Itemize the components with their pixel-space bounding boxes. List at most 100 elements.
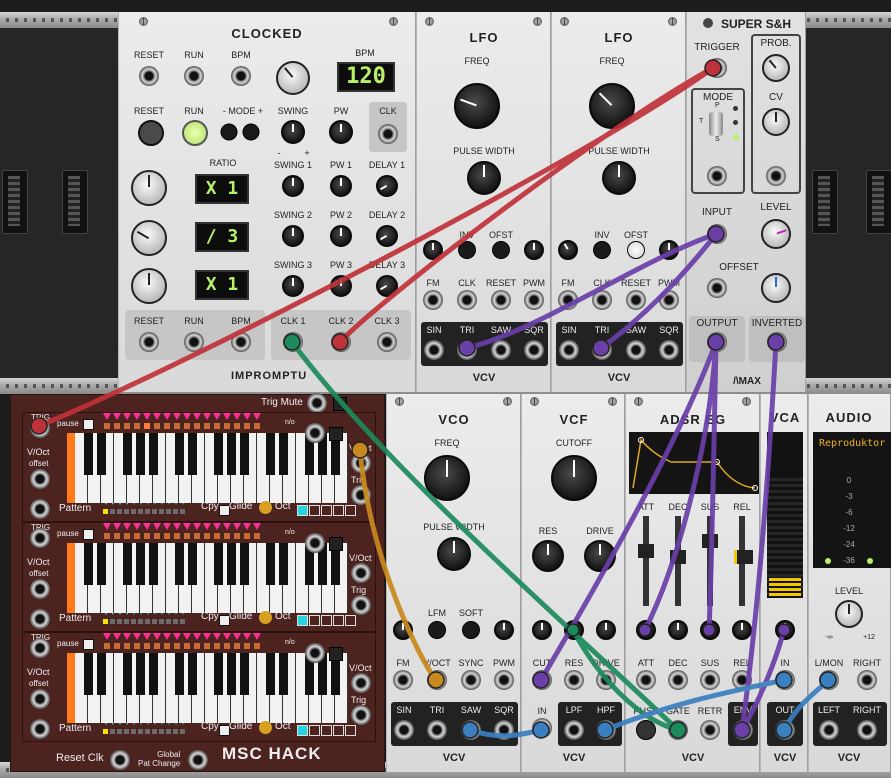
step-trigger-marker[interactable] <box>143 633 151 640</box>
vco-freq-knob[interactable] <box>424 455 470 501</box>
lfo1-saw-jack[interactable] <box>491 340 511 360</box>
octave-button[interactable] <box>309 725 320 736</box>
lfo2-fm-jack[interactable] <box>558 290 578 310</box>
lfo2-inv-button[interactable] <box>593 241 611 259</box>
mode-minus-button[interactable] <box>220 123 238 141</box>
glide-knob[interactable] <box>259 501 272 514</box>
step-trigger-marker[interactable] <box>213 633 221 640</box>
lfo1-fm-jack[interactable] <box>423 290 443 310</box>
pause-checkbox[interactable] <box>83 419 94 430</box>
reset-clk-jack[interactable] <box>110 750 130 770</box>
lfo1-reset-jack[interactable] <box>491 290 511 310</box>
nv-jack[interactable] <box>305 423 325 443</box>
black-key[interactable] <box>97 433 106 475</box>
global-pat-change-jack[interactable] <box>188 750 208 770</box>
black-key[interactable] <box>240 433 249 475</box>
clk3-output-jack[interactable] <box>377 332 397 352</box>
reset-in-jack[interactable] <box>139 332 159 352</box>
step-trigger-marker[interactable] <box>103 633 111 640</box>
black-key[interactable] <box>227 653 236 695</box>
black-key[interactable] <box>97 653 106 695</box>
step-trigger-marker[interactable] <box>193 633 201 640</box>
step-trigger-marker[interactable] <box>253 413 261 420</box>
vcf-in-jack[interactable] <box>532 718 552 738</box>
bpm-input-jack[interactable] <box>231 66 251 86</box>
vcf-drive-knob[interactable] <box>584 540 616 572</box>
black-key[interactable] <box>240 543 249 585</box>
step-trigger-marker[interactable] <box>223 413 231 420</box>
trig-mute-jack[interactable] <box>307 393 327 413</box>
step-trigger-marker[interactable] <box>103 413 111 420</box>
pw2-knob[interactable] <box>330 225 352 247</box>
step-trigger-marker[interactable] <box>213 523 221 530</box>
octave-button[interactable] <box>345 725 356 736</box>
lfo2-freq-knob[interactable] <box>589 83 635 129</box>
step-trigger-marker[interactable] <box>153 413 161 420</box>
octave-button[interactable] <box>345 615 356 626</box>
black-key[interactable] <box>188 653 197 695</box>
vca-slider-handle[interactable] <box>769 578 801 596</box>
black-key[interactable] <box>123 653 132 695</box>
black-key[interactable] <box>214 543 223 585</box>
step-trigger-marker[interactable] <box>233 633 241 640</box>
step-trigger-marker[interactable] <box>223 523 231 530</box>
adsr-dec-cv-knob[interactable] <box>668 620 688 640</box>
step-trigger-marker[interactable] <box>183 413 191 420</box>
pause-checkbox[interactable] <box>83 529 94 540</box>
offset-jack[interactable] <box>30 469 50 489</box>
adsr-sus-jack[interactable] <box>700 670 720 690</box>
black-key[interactable] <box>97 543 106 585</box>
black-key[interactable] <box>136 433 145 475</box>
pw3-knob[interactable] <box>330 275 352 297</box>
step-trigger-marker[interactable] <box>113 523 121 530</box>
black-key[interactable] <box>149 653 158 695</box>
step-trigger-marker[interactable] <box>243 523 251 530</box>
vco-pwm-jack[interactable] <box>494 670 514 690</box>
step-trigger-marker[interactable] <box>133 413 141 420</box>
adsr-att-cv-knob[interactable] <box>636 620 656 640</box>
step-trigger-marker[interactable] <box>133 633 141 640</box>
black-key[interactable] <box>149 433 158 475</box>
step-trigger-marker[interactable] <box>113 413 121 420</box>
step-trigger-marker[interactable] <box>113 633 121 640</box>
vcf-res-cv-knob[interactable] <box>564 620 584 640</box>
octave-button[interactable] <box>333 615 344 626</box>
octave-button[interactable] <box>309 505 320 516</box>
lfo2-sin-jack[interactable] <box>559 340 579 360</box>
pattern-jack[interactable] <box>30 499 50 519</box>
vco-voct-jack[interactable] <box>427 670 447 690</box>
sus-slider[interactable] <box>707 516 713 606</box>
offset-input-jack[interactable] <box>707 278 727 298</box>
lfo2-pwm-knob[interactable] <box>659 240 679 260</box>
swing2-knob[interactable] <box>282 225 304 247</box>
rel-slider-handle[interactable] <box>734 550 753 564</box>
bpm-knob[interactable] <box>276 61 310 95</box>
cv-input-jack[interactable] <box>766 166 786 186</box>
run-in-jack[interactable] <box>184 332 204 352</box>
black-key[interactable] <box>175 543 184 585</box>
step-trigger-marker[interactable] <box>213 413 221 420</box>
vcf-cut-jack[interactable] <box>532 670 552 690</box>
trig-mute-button[interactable] <box>333 397 347 411</box>
black-key[interactable] <box>279 653 288 695</box>
step-trigger-marker[interactable] <box>143 523 151 530</box>
swing1-knob[interactable] <box>282 175 304 197</box>
nv-jack[interactable] <box>305 643 325 663</box>
clk1-output-jack[interactable] <box>283 332 303 352</box>
clk-output-jack[interactable] <box>378 124 398 144</box>
vca-out-jack[interactable] <box>775 720 795 740</box>
step-trigger-marker[interactable] <box>233 523 241 530</box>
black-key[interactable] <box>188 543 197 585</box>
black-key[interactable] <box>188 433 197 475</box>
black-key[interactable] <box>227 433 236 475</box>
vco-lfm-button[interactable] <box>428 621 446 639</box>
black-key[interactable] <box>240 653 249 695</box>
dec-slider-handle[interactable] <box>670 550 686 564</box>
black-key[interactable] <box>175 433 184 475</box>
step-trigger-marker[interactable] <box>163 633 171 640</box>
adsr-push-button[interactable] <box>636 720 656 740</box>
audio-right-in-jack[interactable] <box>857 670 877 690</box>
audio-lmon-jack[interactable] <box>819 670 839 690</box>
ratio1-knob[interactable] <box>131 170 167 206</box>
step-trigger-marker[interactable] <box>153 523 161 530</box>
